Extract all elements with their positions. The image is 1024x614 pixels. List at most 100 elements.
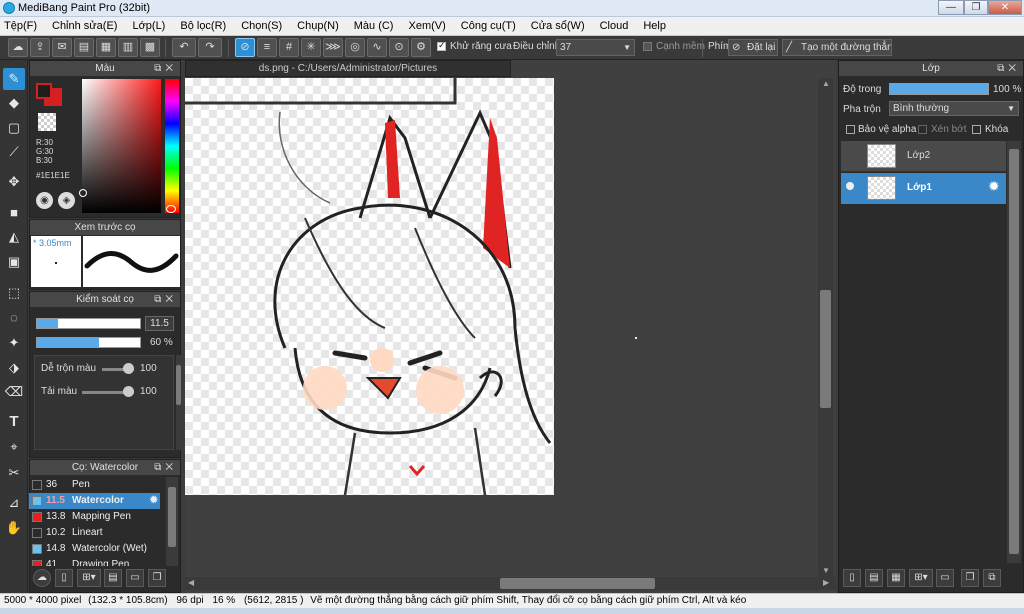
divide-tool-icon[interactable]: ✂ [3, 462, 25, 484]
snap-off-icon[interactable]: ⊘ [235, 38, 255, 57]
scroll-thumb[interactable] [176, 365, 181, 405]
add-brush-menu-icon[interactable]: ⊞▾ [77, 569, 101, 587]
smooth-edge-checkbox[interactable] [643, 42, 652, 51]
gear-icon[interactable]: ✹ [150, 493, 158, 509]
close-button[interactable]: ✕ [988, 0, 1022, 15]
canvas-horizontal-scrollbar[interactable]: ◀ ▶ [185, 577, 836, 590]
brush-control-scrollbar[interactable] [176, 355, 181, 450]
share-icon[interactable]: ⇪ [30, 38, 50, 57]
panel-controls-icon[interactable]: ⧉✕ [997, 61, 1020, 76]
layer-row-1[interactable]: Lớp1 ✹ [841, 173, 1006, 204]
minimize-button[interactable]: — [938, 0, 964, 15]
panel-icon[interactable]: ▦ [96, 38, 116, 57]
magic-wand-icon[interactable]: ✦ [3, 332, 25, 354]
brush-item-watercolor[interactable]: 11.5 Watercolor ✹ [29, 493, 160, 509]
panel-controls-icon[interactable]: ⧉✕ [154, 61, 177, 76]
eyedropper-tool-icon[interactable]: ⊿ [3, 492, 25, 514]
color-picker-icon[interactable]: ◈ [58, 192, 75, 209]
menu-tools[interactable]: Công cụ(T) [461, 20, 516, 32]
eraser-tool-icon[interactable]: ◆ [3, 92, 25, 114]
menu-cloud[interactable]: Cloud [600, 20, 629, 32]
visibility-eye-icon[interactable] [846, 182, 854, 190]
brush-item-watercolor-wet[interactable]: 14.8 Watercolor (Wet) [29, 541, 160, 557]
cloud-brush-icon[interactable]: ☁ [33, 569, 51, 587]
menu-file[interactable]: Tệp(F) [4, 20, 37, 32]
duplicate-layer-icon[interactable]: ❐ [961, 569, 979, 587]
layer-name[interactable]: Lớp2 [907, 150, 930, 161]
duplicate-brush-icon[interactable]: ❐ [148, 569, 166, 587]
primary-color-swatch[interactable] [36, 83, 52, 99]
brush-opacity-bar[interactable] [36, 337, 141, 348]
comment-icon[interactable]: ✉ [52, 38, 72, 57]
radial-snap-icon[interactable]: ✳ [301, 38, 321, 57]
clipping-checkbox[interactable] [918, 125, 927, 134]
maximize-button[interactable]: ❐ [964, 0, 988, 15]
bucket-tool-icon[interactable]: ◭ [3, 226, 25, 248]
scroll-up-icon[interactable]: ▲ [822, 79, 830, 88]
brush-tool-icon[interactable]: ✎ [3, 68, 25, 90]
brush-item-mapping-pen[interactable]: 13.8 Mapping Pen [29, 509, 160, 525]
lasso-tool-icon[interactable]: ◌ [3, 307, 25, 329]
hue-slider[interactable] [165, 79, 179, 213]
menu-window[interactable]: Cửa sổ(W) [531, 20, 585, 32]
brush-folder-icon[interactable]: ▭ [126, 569, 144, 587]
saturation-value-field[interactable] [79, 79, 161, 213]
adjust-select[interactable]: 37 ▼ [556, 39, 635, 56]
horizontal-scroll-thumb[interactable] [500, 578, 655, 589]
add-layer-menu-icon[interactable]: ⊞▾ [909, 569, 933, 587]
drawing-canvas[interactable] [185, 78, 554, 495]
brush-size-input[interactable]: 11.5 [145, 316, 174, 331]
snap-settings-icon[interactable]: ⚙ [411, 38, 431, 57]
brush-item-drawing-pen[interactable]: 41 Drawing Pen [29, 557, 160, 566]
reset-button[interactable]: ⊘ Đặt lại [728, 39, 778, 56]
concentric-snap-icon[interactable]: ◎ [345, 38, 365, 57]
select-rect-icon[interactable]: ⬚ [3, 282, 25, 304]
cloud-save-icon[interactable]: ☁ [8, 38, 28, 57]
merge-layer-icon[interactable]: ⧉ [983, 569, 1001, 587]
mix-slider-handle[interactable] [123, 363, 134, 374]
new-layer-icon[interactable]: ▯ [843, 569, 861, 587]
menu-layer[interactable]: Lớp(L) [132, 20, 165, 32]
new-halftone-layer-icon[interactable]: ▤ [865, 569, 883, 587]
line-tool-icon[interactable]: ⟋ [3, 141, 25, 163]
color-cursor[interactable] [79, 189, 87, 197]
canvas-vertical-scrollbar[interactable]: ▲ ▼ [818, 78, 833, 578]
brush-size-bar[interactable] [36, 318, 141, 329]
select-eraser-icon[interactable]: ⌫ [3, 381, 25, 403]
brush-item-pen[interactable]: 36 Pen [29, 477, 160, 493]
lock-checkbox[interactable] [972, 125, 981, 134]
scroll-thumb[interactable] [168, 487, 176, 547]
load-slider-handle[interactable] [123, 386, 134, 397]
antialias-checkbox[interactable] [437, 40, 446, 51]
radial-line-icon[interactable]: ⋙ [323, 38, 343, 57]
new-brush-icon[interactable]: ▯ [55, 569, 73, 587]
scroll-right-icon[interactable]: ▶ [823, 578, 829, 587]
brush-properties-icon[interactable]: ▤ [104, 569, 122, 587]
perspective-snap-icon[interactable]: ⊙ [389, 38, 409, 57]
layout-icon[interactable]: ▥ [118, 38, 138, 57]
palette-icon[interactable]: ◉ [36, 192, 53, 209]
operation-tool-icon[interactable]: ⌖ [3, 436, 25, 458]
move-tool-icon[interactable]: ✥ [3, 171, 25, 193]
grid-icon[interactable]: ▩ [140, 38, 160, 57]
panel-controls-icon[interactable]: ⧉✕ [154, 292, 177, 307]
curve-snap-icon[interactable]: ∿ [367, 38, 387, 57]
speech-bubble-icon[interactable]: ▤ [74, 38, 94, 57]
cross-snap-icon[interactable]: # [279, 38, 299, 57]
menu-help[interactable]: Help [643, 20, 666, 32]
scroll-left-icon[interactable]: ◀ [188, 578, 194, 587]
gradient-tool-icon[interactable]: ▣ [3, 251, 25, 273]
gear-icon[interactable]: ✹ [988, 178, 1000, 195]
hand-tool-icon[interactable]: ✋ [3, 517, 25, 539]
layer-list-scrollbar[interactable] [1007, 141, 1021, 563]
undo-icon[interactable]: ↶ [172, 38, 196, 57]
fill-shape-tool-icon[interactable]: ■ [3, 202, 25, 224]
redo-icon[interactable]: ↷ [198, 38, 222, 57]
menu-view[interactable]: Xem(V) [408, 20, 445, 32]
menu-edit[interactable]: Chỉnh sửa(E) [52, 20, 117, 32]
layer-name[interactable]: Lớp1 [907, 182, 932, 193]
menu-color[interactable]: Màu (C) [354, 20, 394, 32]
blend-mode-select[interactable]: Bình thường ▼ [889, 101, 1019, 116]
rectangle-tool-icon[interactable]: ▢ [3, 117, 25, 139]
straight-line-button[interactable]: ╱ Tạo một đường thẳng [782, 39, 892, 56]
